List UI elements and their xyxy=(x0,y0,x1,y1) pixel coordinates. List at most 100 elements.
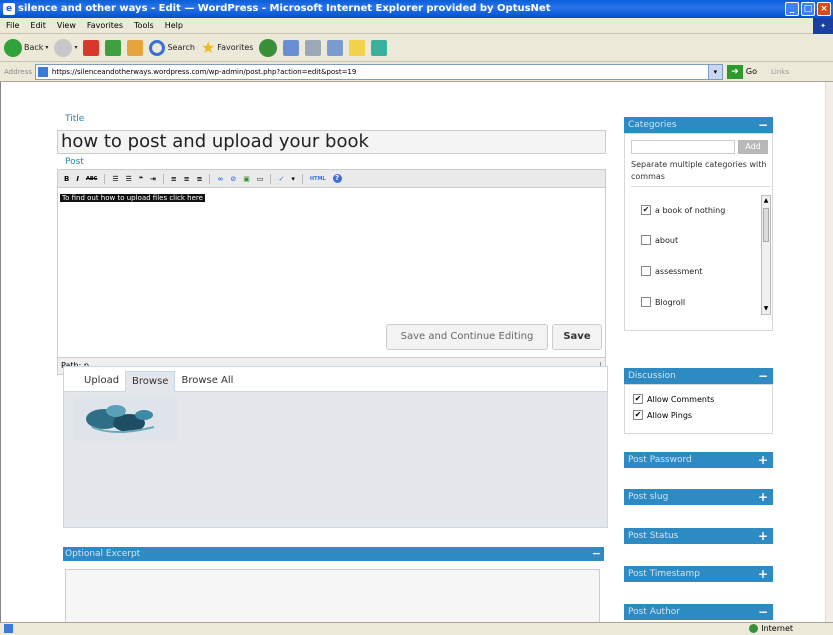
list-item[interactable]: about xyxy=(641,235,678,245)
category-list: ✔ a book of nothing about assessment Blo… xyxy=(631,186,771,318)
post-slug-header[interactable]: Post slug + xyxy=(624,489,773,505)
plus-icon[interactable]: + xyxy=(758,528,768,544)
favorites-button[interactable]: ★ Favorites xyxy=(201,38,253,57)
minimize-button[interactable]: _ xyxy=(785,2,799,16)
mail-icon[interactable] xyxy=(283,39,300,56)
go-button[interactable]: ➜ Go xyxy=(726,64,757,79)
menu-file[interactable]: File xyxy=(6,21,19,30)
tab-browse-all[interactable]: Browse All xyxy=(175,375,239,391)
checkbox-checked[interactable]: ✔ xyxy=(633,410,643,420)
links-button[interactable]: Links xyxy=(771,68,789,76)
unlink-icon[interactable]: ⊘ xyxy=(230,175,236,183)
checkbox[interactable] xyxy=(641,297,651,307)
window-title: silence and other ways - Edit — WordPres… xyxy=(18,3,551,14)
add-category-button[interactable]: Add xyxy=(738,140,768,154)
list-item[interactable]: assessment xyxy=(641,266,702,276)
plus-icon[interactable]: + xyxy=(758,489,768,505)
list-item[interactable]: ✔ a book of nothing xyxy=(641,205,725,215)
bullet-list-icon[interactable]: ☰ xyxy=(112,175,118,183)
align-center-icon[interactable]: ≡ xyxy=(184,175,190,183)
address-input[interactable]: https://silenceandotherways.wordpress.co… xyxy=(34,63,723,80)
scroll-down-icon[interactable]: ▼ xyxy=(762,304,770,314)
checkbox-checked[interactable]: ✔ xyxy=(633,394,643,404)
checkbox[interactable] xyxy=(641,266,651,276)
menu-favorites[interactable]: Favorites xyxy=(87,21,123,30)
post-password-header[interactable]: Post Password + xyxy=(624,452,773,468)
number-list-icon[interactable]: ☰ xyxy=(126,175,132,183)
list-item[interactable]: Blogroll xyxy=(641,297,685,307)
excerpt-label: Optional Excerpt xyxy=(65,549,141,559)
upload-panel: Upload Browse Browse All xyxy=(63,366,608,528)
close-button[interactable]: × xyxy=(817,2,831,16)
excerpt-textarea[interactable] xyxy=(65,569,600,622)
bold-button[interactable]: B xyxy=(64,175,69,183)
scroll-thumb[interactable] xyxy=(763,208,769,242)
align-right-icon[interactable]: ≡ xyxy=(197,175,203,183)
tab-browse[interactable]: Browse xyxy=(125,371,176,392)
allow-pings-option[interactable]: ✔ Allow Pings xyxy=(633,410,692,420)
folder-icon[interactable] xyxy=(349,39,366,56)
page-scrollbar[interactable] xyxy=(825,82,833,622)
post-title-input[interactable]: how to post and upload your book xyxy=(57,130,606,154)
editor-link-text[interactable]: To find out how to upload files click he… xyxy=(60,194,205,202)
spellcheck-dropdown-icon[interactable]: ▾ xyxy=(291,175,295,183)
maximize-button[interactable]: □ xyxy=(801,2,815,16)
back-button[interactable]: Back ▾ xyxy=(4,38,48,57)
italic-button[interactable]: I xyxy=(76,175,79,183)
back-arrow-icon xyxy=(4,38,22,57)
image-icon[interactable]: ▣ xyxy=(243,175,250,183)
scroll-up-icon[interactable]: ▲ xyxy=(762,196,770,206)
post-status-header[interactable]: Post Status + xyxy=(624,528,773,544)
window-titlebar: e silence and other ways - Edit — WordPr… xyxy=(0,0,833,18)
html-icon[interactable]: HTML xyxy=(310,176,326,182)
menu-edit[interactable]: Edit xyxy=(30,21,46,30)
quote-icon[interactable]: ❝ xyxy=(139,175,143,183)
strikethrough-button[interactable]: ABC xyxy=(86,176,97,182)
excerpt-header[interactable]: Optional Excerpt − xyxy=(63,547,604,561)
help-icon[interactable]: ? xyxy=(332,174,342,183)
edit-page-icon[interactable] xyxy=(327,39,344,56)
minus-icon[interactable]: − xyxy=(758,604,768,620)
search-button[interactable]: Search xyxy=(149,39,195,56)
address-dropdown-icon[interactable]: ▾ xyxy=(707,64,722,79)
indent-icon[interactable]: ⇥ xyxy=(150,175,156,183)
spellcheck-icon[interactable]: ✓ xyxy=(278,175,284,183)
menu-view[interactable]: View xyxy=(57,21,76,30)
address-label: Address xyxy=(4,67,32,76)
new-category-input[interactable] xyxy=(631,140,735,154)
print-icon[interactable] xyxy=(305,39,322,56)
history-icon[interactable] xyxy=(259,38,278,57)
checkbox[interactable] xyxy=(641,235,651,245)
upload-tabs: Upload Browse Browse All xyxy=(64,367,607,392)
link-icon[interactable]: ∞ xyxy=(217,175,223,183)
plus-icon[interactable]: + xyxy=(758,566,768,582)
checkbox-checked[interactable]: ✔ xyxy=(641,205,651,215)
uploaded-image-thumbnail[interactable] xyxy=(74,397,178,441)
discussion-header[interactable]: Discussion − xyxy=(624,368,773,384)
post-label: Post xyxy=(65,157,84,167)
stop-icon[interactable] xyxy=(83,39,100,56)
title-label: Title xyxy=(65,114,85,124)
post-timestamp-header[interactable]: Post Timestamp + xyxy=(624,566,773,582)
tab-upload[interactable]: Upload xyxy=(78,375,125,391)
minus-icon[interactable]: − xyxy=(592,547,601,561)
messenger-icon[interactable] xyxy=(371,39,388,56)
minus-icon[interactable]: − xyxy=(758,117,768,133)
categories-label: Categories xyxy=(628,120,677,130)
minus-icon[interactable]: − xyxy=(758,368,768,384)
menu-tools[interactable]: Tools xyxy=(134,21,154,30)
forward-button[interactable]: ▾ xyxy=(54,38,77,57)
refresh-icon[interactable] xyxy=(105,39,122,56)
post-author-header[interactable]: Post Author − xyxy=(624,604,773,620)
home-icon[interactable] xyxy=(127,39,144,56)
allow-comments-option[interactable]: ✔ Allow Comments xyxy=(633,394,714,404)
menu-help[interactable]: Help xyxy=(165,21,183,30)
align-left-icon[interactable]: ≡ xyxy=(171,175,177,183)
security-zone: Internet xyxy=(749,624,793,633)
plus-icon[interactable]: + xyxy=(758,452,768,468)
category-scrollbar[interactable]: ▲ ▼ xyxy=(761,195,771,315)
save-button[interactable]: Save xyxy=(552,324,602,350)
categories-header[interactable]: Categories − xyxy=(624,117,773,133)
save-continue-button[interactable]: Save and Continue Editing xyxy=(386,324,548,350)
more-icon[interactable]: ▭ xyxy=(257,175,264,183)
